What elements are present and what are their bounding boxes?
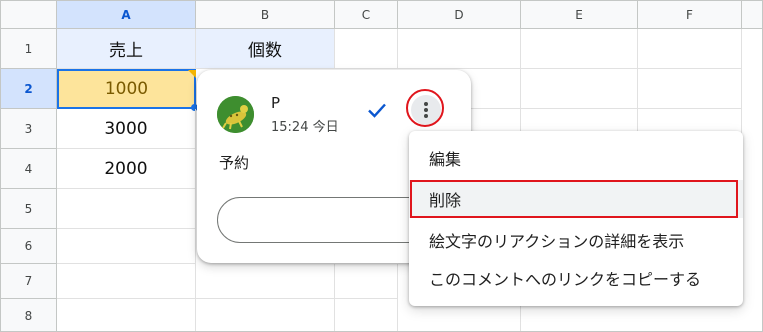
cell-e1[interactable] — [521, 29, 638, 69]
row-header-4[interactable]: 4 — [1, 149, 57, 189]
cell-b7[interactable] — [196, 264, 335, 299]
comment-text: 予約 — [219, 154, 250, 172]
avatar-icon — [217, 96, 254, 133]
comment-author: P — [271, 94, 281, 112]
cell-b8[interactable] — [196, 299, 335, 331]
comment-context-menu: 編集 削除 絵文字のリアクションの詳細を表示 このコメントへのリンクをコピーする — [409, 131, 743, 306]
cell-d1[interactable] — [398, 29, 521, 69]
highlight-circle — [406, 89, 444, 127]
column-header-f[interactable]: F — [638, 1, 742, 29]
resolve-check-icon[interactable] — [365, 98, 389, 122]
cell-a6[interactable] — [57, 229, 196, 264]
comment-timestamp: 15:24 今日 — [271, 120, 339, 135]
cell-a2-selected[interactable]: 1000 — [57, 69, 196, 109]
cell-a4[interactable]: 2000 — [57, 149, 196, 189]
cell-a7[interactable] — [57, 264, 196, 299]
row-header-7[interactable]: 7 — [1, 264, 57, 299]
select-all-corner[interactable] — [1, 1, 57, 29]
menu-item-edit[interactable]: 編集 — [409, 139, 743, 177]
cell-e2[interactable] — [521, 69, 638, 109]
menu-item-view-emoji-reactions[interactable]: 絵文字のリアクションの詳細を表示 — [409, 221, 743, 259]
row-header-5[interactable]: 5 — [1, 189, 57, 229]
comment-indicator-icon — [188, 70, 196, 78]
cell-a1[interactable]: 売上 — [57, 29, 196, 69]
column-header-a[interactable]: A — [57, 1, 196, 29]
row-header-3[interactable]: 3 — [1, 109, 57, 149]
cell-c1[interactable] — [335, 29, 398, 69]
row-header-8[interactable]: 8 — [1, 299, 57, 331]
column-header-c[interactable]: C — [335, 1, 398, 29]
column-header-e[interactable]: E — [521, 1, 638, 29]
highlight-box — [410, 180, 738, 218]
row-header-2[interactable]: 2 — [1, 69, 57, 109]
row-header-1[interactable]: 1 — [1, 29, 57, 69]
cell-c7[interactable] — [335, 264, 398, 299]
menu-item-copy-link[interactable]: このコメントへのリンクをコピーする — [409, 259, 743, 297]
cell-a5[interactable] — [57, 189, 196, 229]
cell-c8[interactable] — [335, 299, 398, 331]
row-header-6[interactable]: 6 — [1, 229, 57, 264]
cell-f1[interactable] — [638, 29, 742, 69]
column-header-b[interactable]: B — [196, 1, 335, 29]
column-header-more — [742, 1, 762, 29]
column-header-d[interactable]: D — [398, 1, 521, 29]
cell-f2[interactable] — [638, 69, 742, 109]
cell-a8[interactable] — [57, 299, 196, 331]
cell-b1[interactable]: 個数 — [196, 29, 335, 69]
cell-a3[interactable]: 3000 — [57, 109, 196, 149]
